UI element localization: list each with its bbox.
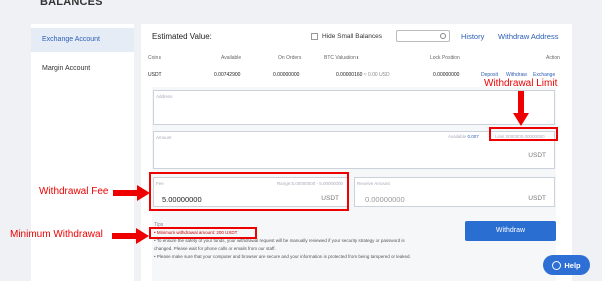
col-header-on-orders: On Orders	[278, 55, 302, 61]
address-label: Address	[156, 94, 173, 99]
search-input[interactable]	[396, 30, 450, 42]
col-header-btc-valuation[interactable]: BTC Valuation⬍	[324, 55, 359, 61]
balances-panel: Estimated Value: Hide Small Balances His…	[141, 24, 572, 281]
row-coin: USDT	[148, 72, 162, 78]
search-icon	[440, 33, 446, 39]
row-available: 0.00742900	[214, 72, 241, 78]
col-header-coin[interactable]: Coin⬍	[148, 55, 162, 61]
hide-small-checkbox[interactable]	[311, 33, 318, 40]
receive-label: Receive Amount	[357, 181, 390, 186]
help-label: Help	[564, 260, 581, 270]
page-title: BALANCES	[40, 0, 103, 8]
sidebar-item-margin-account[interactable]: Margin Account	[31, 57, 134, 81]
receive-value: 0.00000000	[365, 195, 405, 204]
row-on-orders: 0.00000000	[273, 72, 300, 78]
sort-icon: ⬍	[355, 55, 360, 60]
highlight-limit-box	[489, 127, 558, 141]
amount-unit: USDT	[528, 152, 546, 159]
arrow-right-icon	[112, 228, 149, 244]
tip-secure-computer: • Please make sure that your computer an…	[154, 254, 411, 259]
col-header-available: Available	[221, 55, 242, 61]
arrow-down-icon	[513, 91, 529, 126]
row-lock-position: 0.00000000	[433, 72, 460, 78]
arrow-right-icon	[113, 185, 150, 201]
history-link[interactable]: History	[461, 32, 484, 41]
tip-security-review: • To ensure the safety of your funds, yo…	[154, 238, 405, 251]
help-button[interactable]: Help	[543, 255, 590, 275]
col-header-action: Action	[546, 55, 560, 61]
row-btc-valuation: 0.00000160 ≈ 0.00 USD	[336, 72, 390, 78]
sidebar-item-exchange-account[interactable]: Exchange Account	[31, 28, 134, 52]
address-field[interactable]: Address	[153, 90, 555, 125]
withdraw-button[interactable]: Withdraw	[465, 221, 556, 241]
annotation-withdrawal-fee: Withdrawal Fee	[39, 186, 109, 197]
annotation-withdrawal-limit: Withdrawal Limit	[484, 78, 558, 89]
receive-unit: USDT	[528, 195, 546, 202]
highlight-fee-box	[149, 172, 349, 211]
annotation-minimum-withdrawal: Minimum Withdrawal	[10, 229, 103, 240]
withdraw-address-link[interactable]: Withdraw Address	[498, 32, 558, 41]
estimated-value-label: Estimated Value:	[152, 32, 212, 41]
hide-small-label: Hide Small Balances	[322, 33, 382, 40]
highlight-minimum-box	[149, 227, 257, 239]
col-header-lock-position: Lock Position	[430, 55, 460, 61]
hide-small-balances-toggle[interactable]: Hide Small Balances	[311, 33, 382, 40]
amount-label: Amount	[156, 135, 172, 140]
sort-icon: ⬍	[158, 55, 162, 60]
receive-amount-field: Receive Amount 0.00000000 USDT	[354, 177, 555, 207]
available-amount: Available 0.007	[448, 134, 479, 139]
chat-icon	[552, 260, 562, 270]
